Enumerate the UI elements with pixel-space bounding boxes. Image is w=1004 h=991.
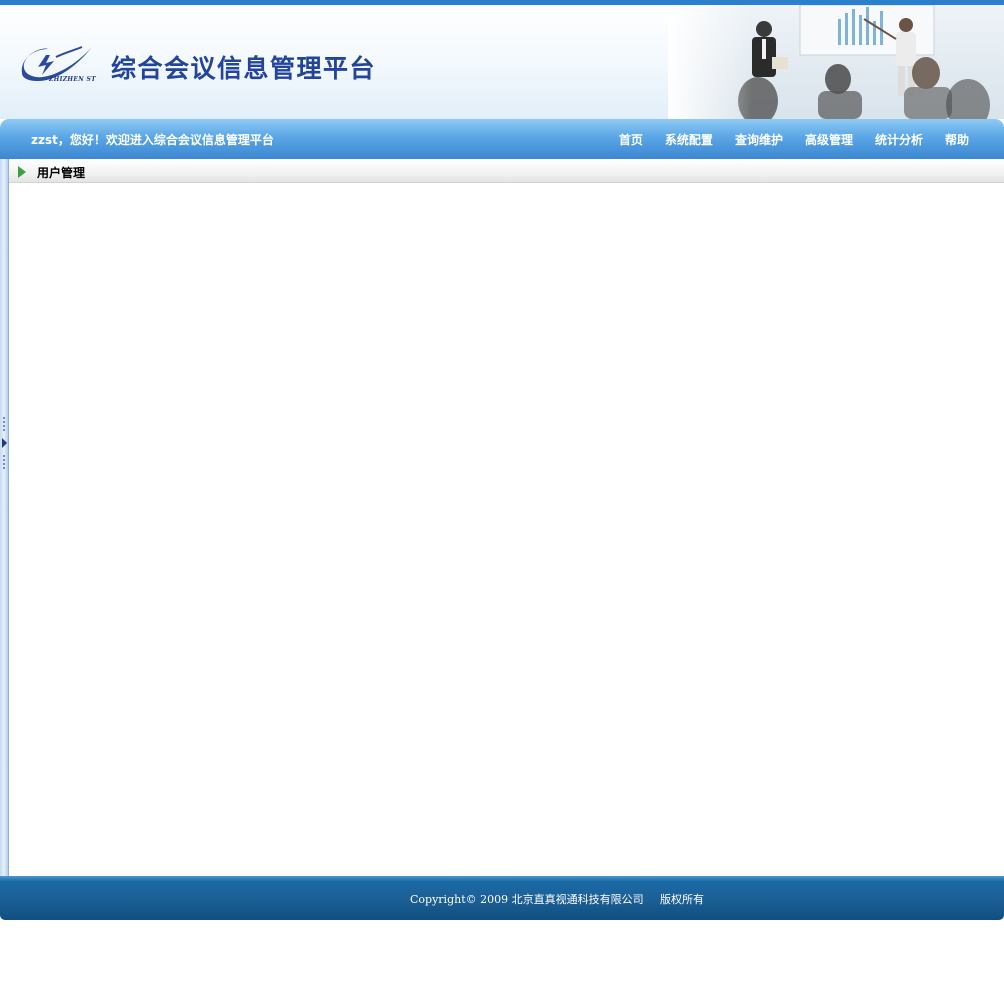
header-banner: ZHIZHEN ST 综合会议信息管理平台 bbox=[0, 5, 1004, 119]
menu-item-advanced-management[interactable]: 高级管理 bbox=[805, 131, 853, 148]
nav-bar: zzst，您好！欢迎进入综合会议信息管理平台 首页 系统配置 查询维护 高级管理… bbox=[0, 119, 1004, 159]
green-triangle-icon bbox=[18, 166, 26, 178]
grip-dots-top bbox=[3, 417, 5, 433]
page: ZHIZHEN ST 综合会议信息管理平台 zzst，您好！欢迎进入综合会议信息… bbox=[0, 0, 1004, 991]
main-content: 用户管理 bbox=[9, 159, 1004, 876]
meeting-presentation-photo bbox=[668, 5, 1004, 119]
menu-item-query-maintenance[interactable]: 查询维护 bbox=[735, 131, 783, 148]
sidebar-toggle-handle[interactable] bbox=[0, 159, 9, 876]
section-title: 用户管理 bbox=[37, 166, 86, 180]
platform-title: 综合会议信息管理平台 bbox=[111, 54, 377, 83]
menu-item-home[interactable]: 首页 bbox=[619, 131, 643, 148]
menu-item-system-config[interactable]: 系统配置 bbox=[665, 131, 713, 148]
main-menu: 首页 系统配置 查询维护 高级管理 统计分析 帮助 bbox=[619, 131, 969, 148]
section-title-bar: 用户管理 bbox=[9, 159, 1004, 183]
logo-text: ZHIZHEN ST bbox=[49, 76, 96, 83]
rights-text: 版权所有 bbox=[660, 893, 704, 906]
collapse-arrow-icon[interactable] bbox=[2, 438, 7, 448]
footer: Copyright© 2009 北京直真视通科技有限公司 版权所有 bbox=[0, 876, 1004, 920]
menu-item-statistics[interactable]: 统计分析 bbox=[875, 131, 923, 148]
copyright-text: Copyright© 2009 北京直真视通科技有限公司 bbox=[410, 893, 644, 906]
grip-dots-bottom bbox=[3, 455, 5, 471]
menu-item-help[interactable]: 帮助 bbox=[945, 131, 969, 148]
welcome-message: zzst，您好！欢迎进入综合会议信息管理平台 bbox=[31, 133, 274, 147]
